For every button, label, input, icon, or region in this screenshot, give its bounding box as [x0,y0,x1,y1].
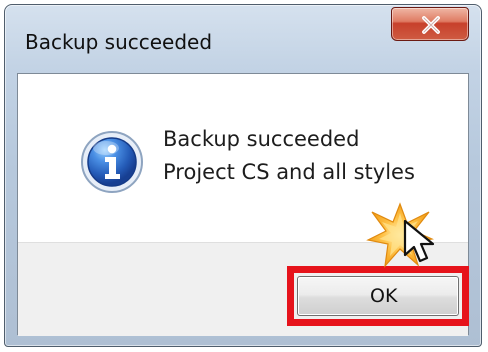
info-icon [81,131,143,193]
backup-dialog-window: Backup succeeded Backup succeeded Projec… [4,4,482,347]
cursor-icon [403,219,435,263]
title-bar: Backup succeeded [5,5,481,73]
message-title: Backup succeeded [163,127,360,151]
ok-button[interactable]: OK [297,276,459,316]
message-detail: Project CS and all styles [163,160,415,184]
close-icon [422,16,440,34]
close-button[interactable] [391,7,469,41]
ok-button-label: OK [370,285,398,307]
window-title: Backup succeeded [25,30,213,54]
